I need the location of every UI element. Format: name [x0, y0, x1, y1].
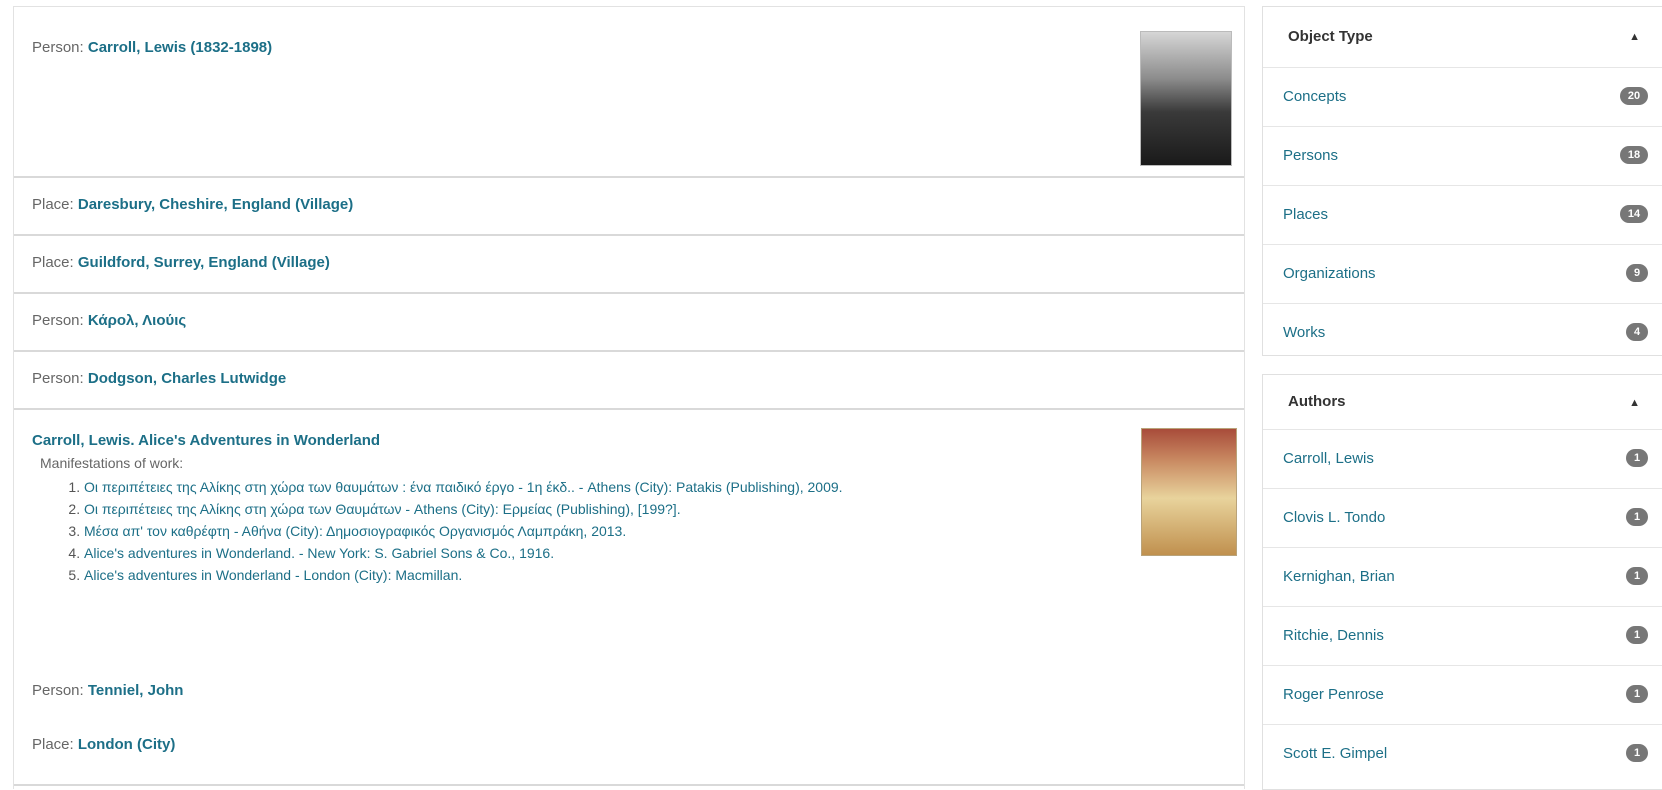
- result-row: Place: London (City): [14, 724, 1244, 786]
- manifestation-item: Οι περιπέτειες της Αλίκης στη χώρα των Θ…: [84, 498, 1084, 520]
- facet-title: Authors: [1288, 393, 1346, 410]
- caret-up-icon[interactable]: ▲: [1629, 397, 1640, 409]
- result-line: Person: Carroll, Lewis (1832-1898): [32, 39, 272, 57]
- manifestation-item: Μέσα απ' τον καθρέφτη - Αθήνα (City): Δη…: [84, 520, 1084, 542]
- facet-item[interactable]: Works 4: [1263, 304, 1662, 362]
- result-line: Person: Κάρολ, Λιούις: [32, 312, 186, 330]
- manifestations-list: Οι περιπέτειες της Αλίκης στη χώρα των θ…: [62, 476, 1084, 586]
- facet-item-label[interactable]: Places: [1283, 206, 1328, 223]
- facet-item-label[interactable]: Clovis L. Tondo: [1283, 509, 1385, 526]
- count-badge: 1: [1626, 744, 1648, 762]
- facet-item[interactable]: Roger Penrose 1: [1263, 666, 1662, 725]
- page: Person: Carroll, Lewis (1832-1898) Place…: [0, 0, 1662, 790]
- facet-header[interactable]: Authors ▲: [1263, 375, 1662, 430]
- result-row: Person: Κάρολ, Λιούις: [14, 294, 1244, 352]
- manifestation-link[interactable]: Οι περιπέτειες της Αλίκης στη χώρα των Θ…: [84, 501, 681, 517]
- facet-authors: Authors ▲ Carroll, Lewis 1 Clovis L. Ton…: [1262, 374, 1662, 790]
- manifestation-link[interactable]: Alice's adventures in Wonderland. - New …: [84, 545, 554, 561]
- manifestation-link[interactable]: Alice's adventures in Wonderland - Londo…: [84, 567, 462, 583]
- facet-item-label[interactable]: Works: [1283, 324, 1325, 341]
- result-link-carroll[interactable]: Carroll, Lewis (1832-1898): [88, 39, 272, 56]
- results-list: Person: Carroll, Lewis (1832-1898) Place…: [13, 6, 1245, 789]
- facet-item[interactable]: Concepts 20: [1263, 68, 1662, 127]
- result-row-work: Carroll, Lewis. Alice's Adventures in Wo…: [14, 410, 1244, 670]
- result-line: Person: Dodgson, Charles Lutwidge: [32, 370, 286, 388]
- facet-item[interactable]: Organizations 9: [1263, 245, 1662, 304]
- result-row: Person: Carroll, Lewis (1832-1898): [14, 7, 1244, 178]
- facet-header[interactable]: Object Type ▲: [1263, 7, 1662, 68]
- count-badge: 20: [1620, 87, 1648, 105]
- result-link-tenniel[interactable]: Tenniel, John: [88, 682, 184, 699]
- result-row: Place: Daresbury, Cheshire, England (Vil…: [14, 178, 1244, 236]
- count-badge: 1: [1626, 567, 1648, 585]
- facet-item-label[interactable]: Concepts: [1283, 88, 1346, 105]
- result-row: Person: Tenniel, John: [14, 670, 1244, 724]
- facet-item-label[interactable]: Organizations: [1283, 265, 1376, 282]
- work-title-link[interactable]: Carroll, Lewis. Alice's Adventures in Wo…: [32, 432, 380, 449]
- count-badge: 1: [1626, 449, 1648, 467]
- result-link-karol[interactable]: Κάρολ, Λιούις: [88, 312, 186, 329]
- result-row: Place: Guildford, Surrey, England (Villa…: [14, 236, 1244, 294]
- book-cover-image[interactable]: [1141, 428, 1237, 556]
- result-type-label: Person:: [32, 370, 88, 387]
- facet-item-label[interactable]: Carroll, Lewis: [1283, 450, 1374, 467]
- facet-item-label[interactable]: Persons: [1283, 147, 1338, 164]
- count-badge: 4: [1626, 323, 1648, 341]
- person-portrait-image[interactable]: [1140, 31, 1232, 166]
- manifestation-link[interactable]: Μέσα απ' τον καθρέφτη - Αθήνα (City): Δη…: [84, 523, 626, 539]
- result-type-label: Person:: [32, 682, 88, 699]
- facet-title: Object Type: [1288, 28, 1373, 45]
- result-line: Person: Tenniel, John: [32, 682, 183, 700]
- count-badge: 1: [1626, 508, 1648, 526]
- result-line: Place: London (City): [32, 736, 175, 754]
- caret-up-icon[interactable]: ▲: [1629, 31, 1640, 43]
- facet-item-label[interactable]: Ritchie, Dennis: [1283, 627, 1384, 644]
- result-type-label: Person:: [32, 39, 88, 56]
- facet-item[interactable]: Places 14: [1263, 186, 1662, 245]
- result-link-guildford[interactable]: Guildford, Surrey, England (Village): [78, 254, 330, 271]
- facet-item[interactable]: Clovis L. Tondo 1: [1263, 489, 1662, 548]
- count-badge: 1: [1626, 685, 1648, 703]
- result-type-label: Place:: [32, 736, 78, 753]
- facet-item[interactable]: Kernighan, Brian 1: [1263, 548, 1662, 607]
- facet-item[interactable]: Carroll, Lewis 1: [1263, 430, 1662, 489]
- facet-item-label[interactable]: Kernighan, Brian: [1283, 568, 1395, 585]
- result-row: Person: Dodgson, Charles Lutwidge: [14, 352, 1244, 410]
- manifestation-link[interactable]: Οι περιπέτειες της Αλίκης στη χώρα των θ…: [84, 479, 843, 495]
- manifestations-heading: Manifestations of work:: [40, 455, 184, 471]
- result-link-dodgson[interactable]: Dodgson, Charles Lutwidge: [88, 370, 286, 387]
- result-type-label: Place:: [32, 254, 78, 271]
- facet-item[interactable]: Persons 18: [1263, 127, 1662, 186]
- count-badge: 9: [1626, 264, 1648, 282]
- result-type-label: Place:: [32, 196, 78, 213]
- facet-item-label[interactable]: Scott E. Gimpel: [1283, 745, 1387, 762]
- facet-object-type: Object Type ▲ Concepts 20 Persons 18 Pla…: [1262, 6, 1662, 356]
- result-line: Place: Daresbury, Cheshire, England (Vil…: [32, 196, 353, 214]
- count-badge: 14: [1620, 205, 1648, 223]
- manifestation-item: Alice's adventures in Wonderland - Londo…: [84, 564, 1084, 586]
- result-link-london[interactable]: London (City): [78, 736, 175, 753]
- manifestation-item: Οι περιπέτειες της Αλίκης στη χώρα των θ…: [84, 476, 1084, 498]
- result-line: Place: Guildford, Surrey, England (Villa…: [32, 254, 330, 272]
- count-badge: 1: [1626, 626, 1648, 644]
- facet-item[interactable]: Ritchie, Dennis 1: [1263, 607, 1662, 666]
- result-type-label: Person:: [32, 312, 88, 329]
- facet-item-label[interactable]: Roger Penrose: [1283, 686, 1384, 703]
- facet-item[interactable]: Scott E. Gimpel 1: [1263, 725, 1662, 783]
- result-link-daresbury[interactable]: Daresbury, Cheshire, England (Village): [78, 196, 353, 213]
- manifestation-item: Alice's adventures in Wonderland. - New …: [84, 542, 1084, 564]
- count-badge: 18: [1620, 146, 1648, 164]
